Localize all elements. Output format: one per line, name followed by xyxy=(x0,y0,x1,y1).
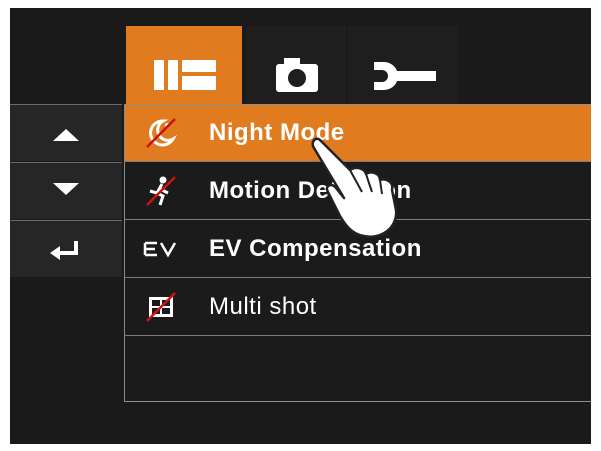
arrow-down-icon xyxy=(53,183,79,195)
camera-icon xyxy=(276,58,318,92)
pointing-hand-icon xyxy=(311,137,398,239)
down-button[interactable] xyxy=(10,162,122,219)
wrench-icon xyxy=(374,62,436,90)
menu-empty-row xyxy=(125,337,591,399)
menu-item-multi-shot[interactable]: Multi shot xyxy=(125,279,591,336)
menu-item-label: Multi shot xyxy=(209,293,317,320)
ev-icon xyxy=(143,241,177,258)
tab-setup[interactable] xyxy=(348,26,458,104)
return-icon xyxy=(50,241,78,260)
return-button[interactable] xyxy=(10,220,122,277)
tab-video-settings[interactable] xyxy=(126,26,242,104)
video-mode-icon xyxy=(154,60,216,90)
night-mode-icon xyxy=(146,118,178,148)
motion-detection-icon xyxy=(146,176,176,206)
tab-photo-settings[interactable] xyxy=(246,26,346,104)
multi-shot-icon xyxy=(146,292,176,322)
up-button[interactable] xyxy=(10,104,122,161)
arrow-up-icon xyxy=(53,129,79,141)
camera-menu-screen: Night Mode Motion Detection EV Compensat… xyxy=(10,8,591,444)
